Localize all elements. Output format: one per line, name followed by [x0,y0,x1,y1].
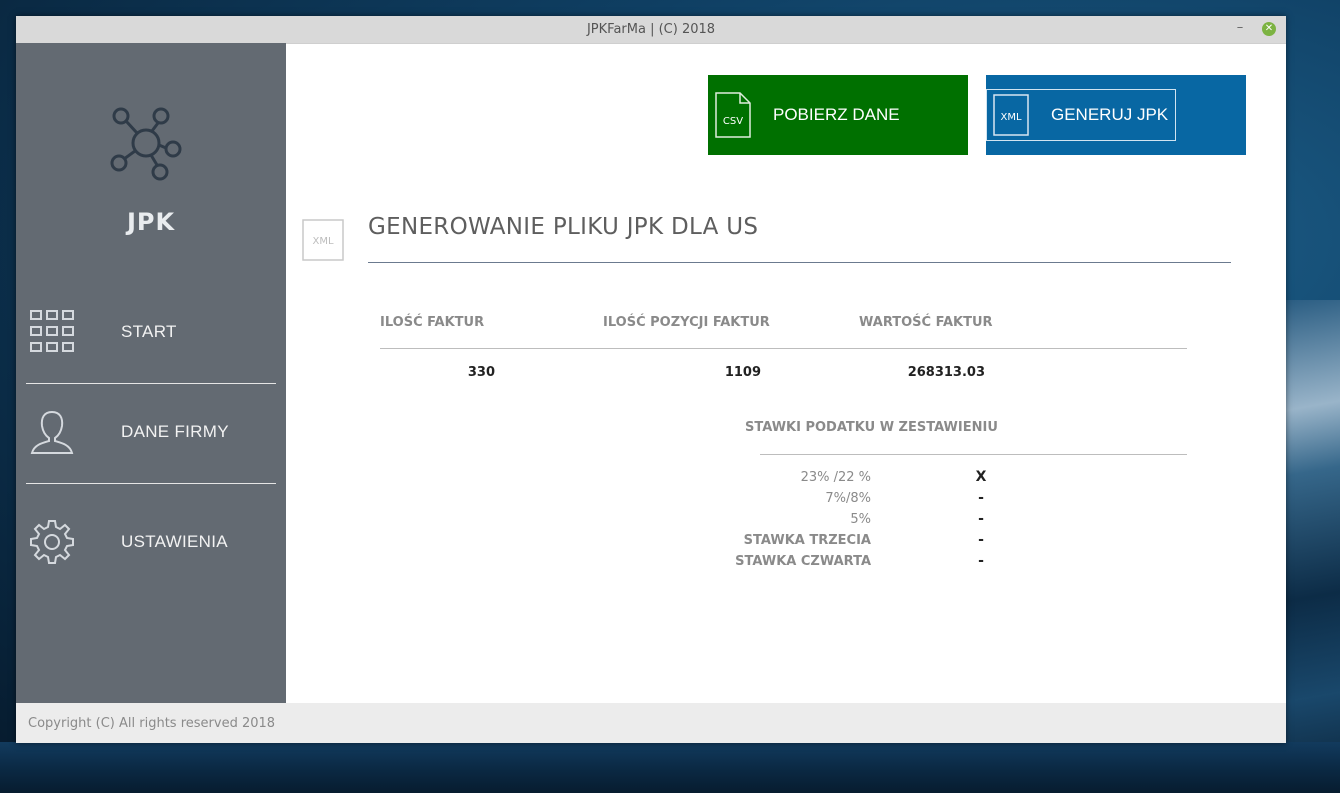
app-window: JPKFarMa | (C) 2018 – ✕ JPK START DANE F… [16,16,1286,743]
sidebar-item-label: USTAWIENIA [121,532,228,551]
page-title: GENEROWANIE PLIKU JPK DLA US [368,214,759,240]
invoice-value-value: 268313.03 [907,365,985,380]
vat-rate-label: 5% [850,512,871,527]
title-divider [368,262,1231,263]
generate-jpk-button[interactable]: XML GENERUJ JPK [986,75,1246,155]
window-title: JPKFarMa | (C) 2018 [586,22,716,37]
status-footer: Copyright (C) All rights reserved 2018 [16,703,1286,743]
vat-rate-value: - [978,532,984,548]
vat-rates-title: STAWKI PODATKU W ZESTAWIENIU [745,420,998,435]
close-button[interactable]: ✕ [1262,22,1276,36]
sidebar: JPK START DANE FIRMY USTAWIENIA [16,43,286,703]
stats-divider [380,348,1187,349]
invoice-items-header: ILOŚĆ POZYCJI FAKTUR [603,315,770,330]
invoice-items-value: 1109 [724,365,761,380]
vat-rate-label: 7%/8% [825,491,871,506]
copyright-text: Copyright (C) All rights reserved 2018 [28,716,276,731]
download-data-button[interactable]: CSV POBIERZ DANE [708,75,968,155]
vat-rate-value: - [978,553,984,569]
network-nodes-icon [110,107,182,181]
window-titlebar[interactable]: JPKFarMa | (C) 2018 – ✕ [16,16,1286,44]
vat-rate-value: - [978,511,984,527]
xml-document-icon: XML [302,219,344,261]
grid-icon [30,310,74,352]
desktop-wallpaper-mountains [1286,300,1340,793]
xml-file-icon: XML [993,94,1029,136]
desktop-wallpaper-bottom [0,742,1340,793]
vat-rate-label: STAWKA TRZECIA [743,533,871,548]
invoice-value-header: WARTOŚĆ FAKTUR [859,315,993,330]
csv-file-icon: CSV [715,92,751,138]
generate-jpk-label: GENERUJ JPK [1051,105,1169,124]
gear-icon [30,520,74,564]
csv-icon-text: CSV [723,116,743,127]
vat-rate-label: STAWKA CZWARTA [735,554,871,569]
sidebar-item-dane-firmy[interactable]: DANE FIRMY [26,398,276,468]
user-icon [30,410,74,454]
vat-rate-value: - [978,490,984,506]
vat-rate-label: 23% /22 % [800,470,871,485]
sidebar-item-label: START [121,322,177,341]
download-data-label: POBIERZ DANE [773,105,900,124]
minimize-button[interactable]: – [1233,21,1247,35]
section-icon-text: XML [312,236,333,247]
vat-rate-value: X [975,469,987,485]
sidebar-divider [26,483,276,484]
xml-icon-text: XML [1000,112,1021,123]
invoice-count-header: ILOŚĆ FAKTUR [380,315,485,330]
vat-divider [760,454,1187,455]
sidebar-item-label: DANE FIRMY [121,422,229,441]
sidebar-item-ustawienia[interactable]: USTAWIENIA [26,508,276,578]
sidebar-divider [26,383,276,384]
sidebar-item-start[interactable]: START [26,298,276,368]
app-name: JPK [126,208,176,236]
invoice-count-value: 330 [467,365,495,380]
